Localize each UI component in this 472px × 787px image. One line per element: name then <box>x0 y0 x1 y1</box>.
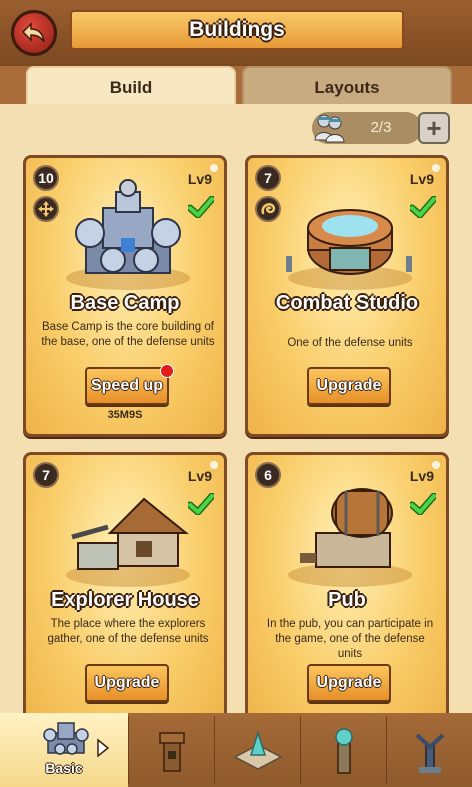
builders-icon <box>314 114 345 143</box>
build-timer: 35M9S <box>107 409 143 421</box>
building-card-base-camp[interactable]: 10 Lv9 Base Camp Base Camp is the core b… <box>23 155 227 437</box>
building-description: One of the defense units <box>287 337 413 349</box>
castle-icon <box>43 722 89 755</box>
upgrade-button[interactable]: Upgrade <box>307 664 391 702</box>
category-label: Basic <box>45 760 83 776</box>
base-camp-illustration <box>66 179 190 290</box>
category-fountain[interactable] <box>215 713 300 787</box>
title-banner: Buildings <box>70 10 404 50</box>
watchtower-icon <box>159 732 185 772</box>
explorer-house-illustration <box>66 497 190 587</box>
building-card-pub[interactable]: 6 Lv9 Pub In the pub, you can participat… <box>245 452 449 734</box>
upgrade-button[interactable]: Upgrade <box>307 367 391 405</box>
count-badge: 7 <box>255 165 281 191</box>
notification-dot <box>160 364 174 378</box>
tab-layouts[interactable]: Layouts <box>242 66 452 108</box>
add-builder-button[interactable]: + <box>418 112 450 144</box>
combat-studio-illustration <box>286 209 412 290</box>
category-turret[interactable] <box>387 713 472 787</box>
speed-up-button[interactable]: Speed up <box>85 367 169 405</box>
building-description: Base Camp is the core building of the ba… <box>41 321 215 348</box>
plus-icon: + <box>426 113 442 143</box>
swirl-icon[interactable] <box>255 196 281 222</box>
category-tower[interactable] <box>129 713 214 787</box>
tab-layouts-label: Layouts <box>314 78 380 97</box>
building-name: Explorer House <box>51 589 199 611</box>
move-arrows-icon[interactable] <box>33 196 59 222</box>
building-description: In the pub, you can participate in the g… <box>266 618 434 660</box>
upgrade-button[interactable]: Upgrade <box>85 664 169 702</box>
back-arrow-icon <box>21 22 45 43</box>
count-badge: 7 <box>33 462 59 488</box>
builder-count: 2/3 <box>370 119 392 136</box>
building-name: Pub <box>328 589 366 611</box>
tab-build[interactable]: Build <box>26 66 236 108</box>
fountain-icon <box>233 730 283 770</box>
tab-build-label: Build <box>109 78 153 97</box>
count-badge: 6 <box>255 462 281 488</box>
back-button[interactable] <box>11 10 57 56</box>
building-description: The place where the explorers gather, on… <box>47 618 209 645</box>
count-badge: 10 <box>33 165 59 191</box>
chevron-right-icon <box>97 738 110 758</box>
beacon-tower-icon <box>335 728 353 774</box>
turret-icon <box>415 733 445 773</box>
building-name: Base Camp <box>70 292 180 314</box>
pub-illustration <box>288 488 412 587</box>
building-card-combat-studio[interactable]: 7 Lv9 Combat Studio One of the defense u… <box>245 155 449 437</box>
category-beacon[interactable] <box>301 713 386 787</box>
page-title: Buildings <box>189 18 285 41</box>
building-name: Combat Studio <box>275 292 419 314</box>
building-card-explorer-house[interactable]: 7 Lv9 Explorer House The place where the… <box>23 452 227 734</box>
